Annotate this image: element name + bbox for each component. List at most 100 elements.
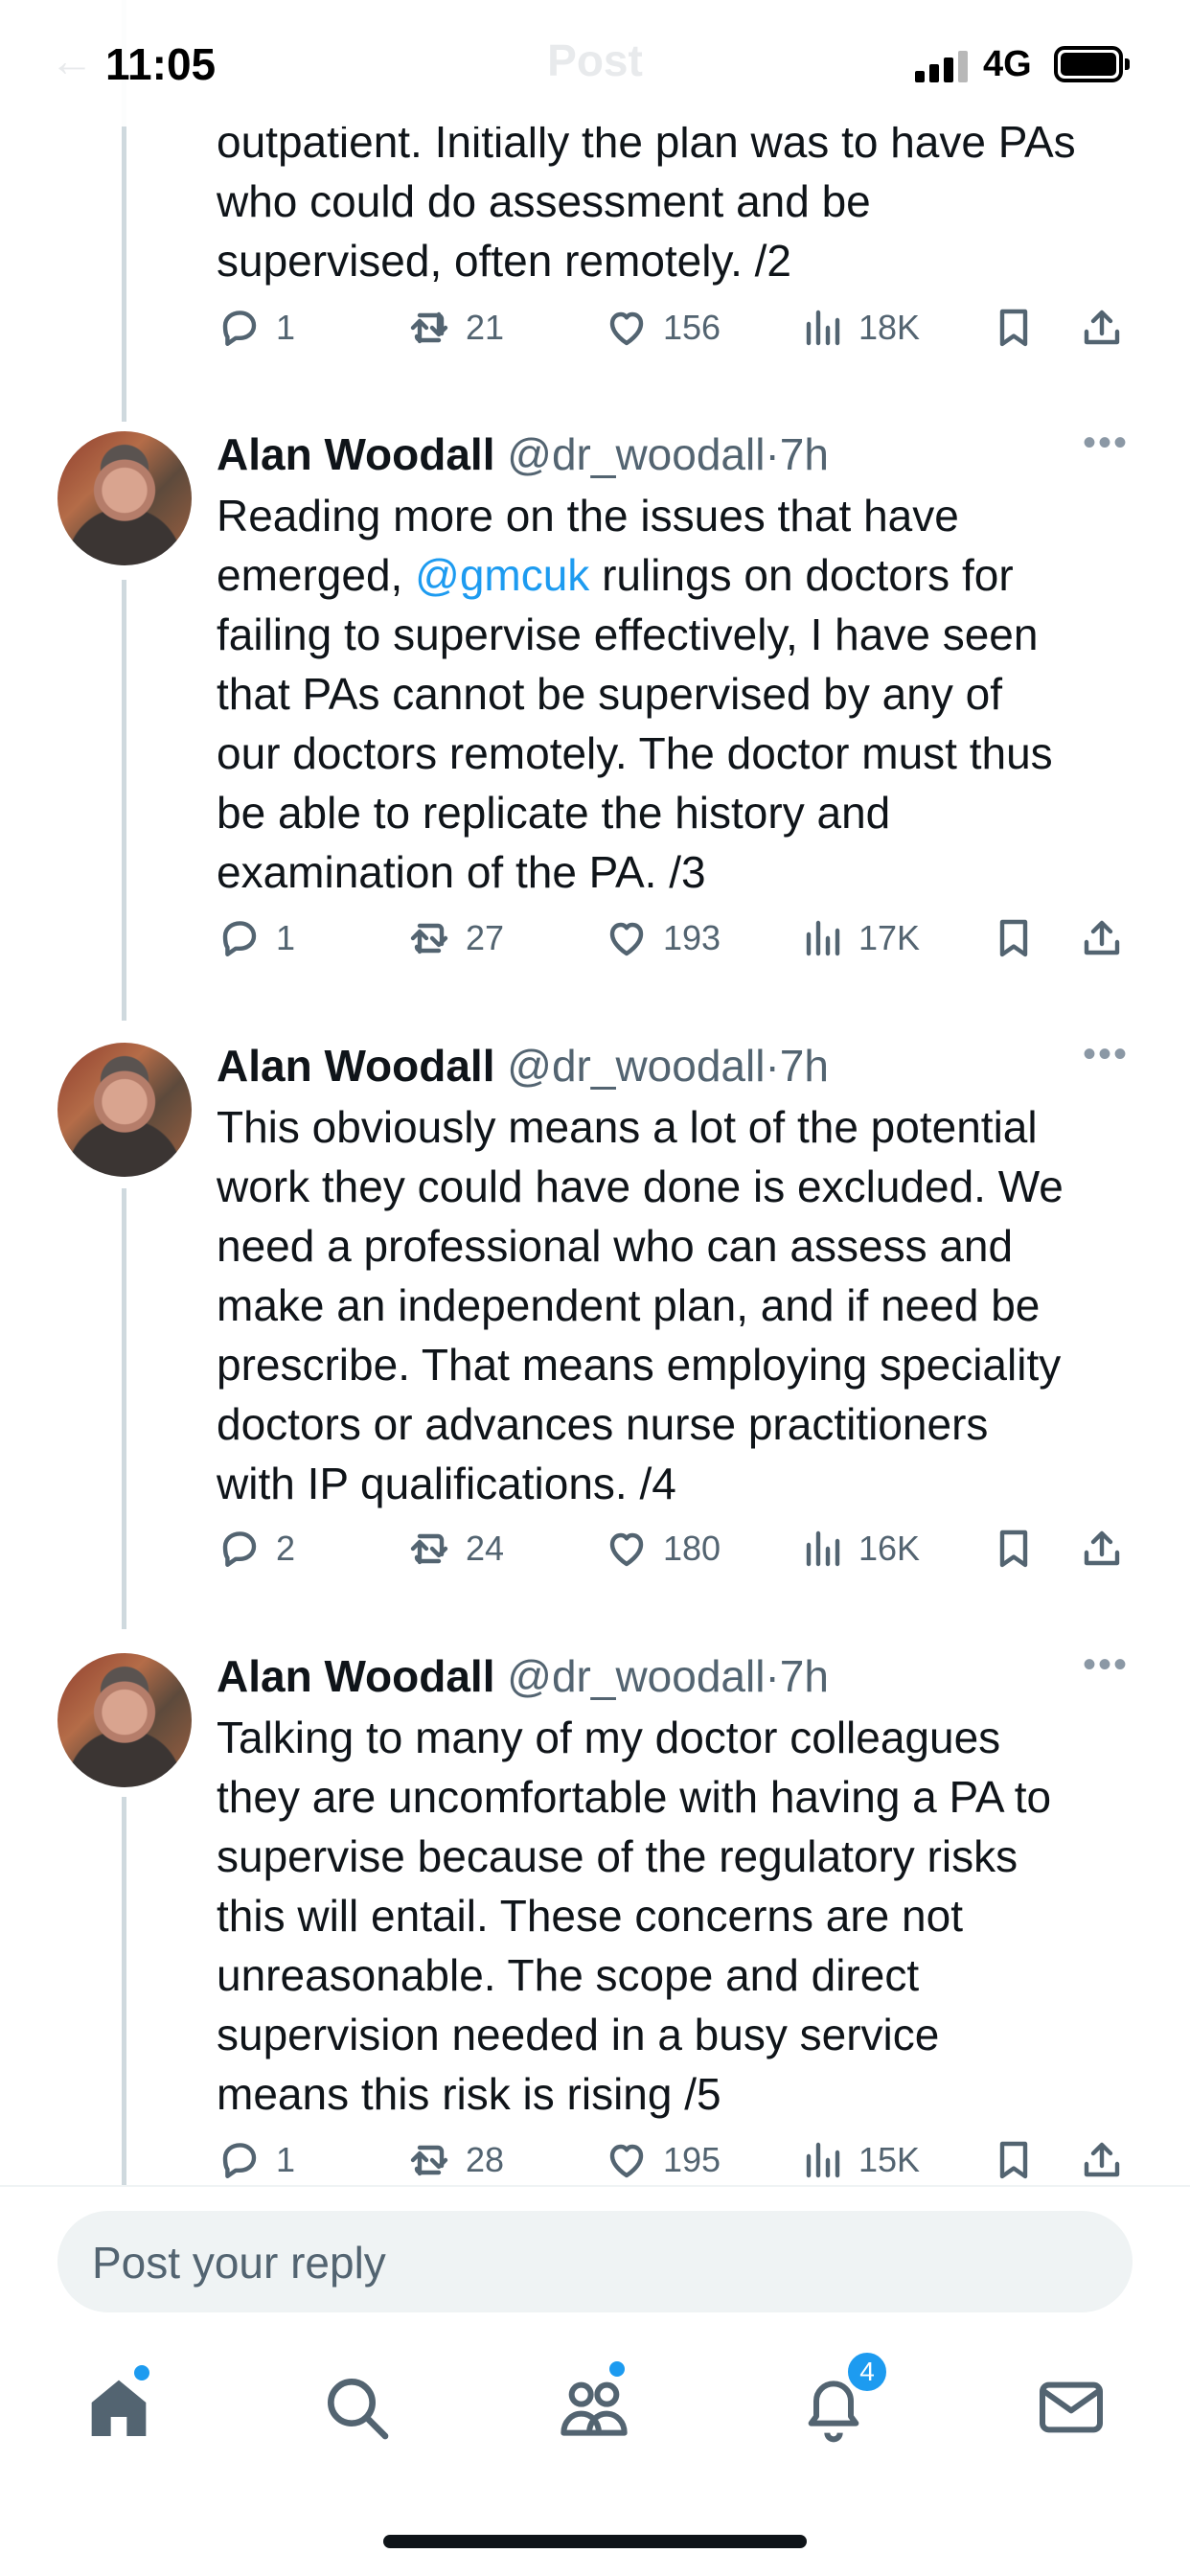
- bookmark-button[interactable]: [991, 915, 1037, 961]
- share-button[interactable]: [1079, 305, 1125, 351]
- repost-count: 24: [466, 1529, 505, 1568]
- more-options-icon[interactable]: •••: [1083, 422, 1129, 465]
- avatar[interactable]: [57, 1043, 192, 1177]
- author-name[interactable]: Alan Woodall: [217, 429, 495, 479]
- tweet-actions: 1 28 195 15K: [217, 2137, 1136, 2185]
- signal-icon: [915, 50, 969, 82]
- author-handle[interactable]: @dr_woodall: [507, 1651, 765, 1701]
- reply-button[interactable]: 2: [217, 1526, 295, 1572]
- tweet-actions: 1 21 156 18K: [217, 305, 1136, 362]
- tab-communities[interactable]: [556, 2361, 632, 2446]
- reply-count: 2: [276, 1529, 296, 1568]
- tweet-text: Reading more on the issues that have eme…: [217, 491, 1053, 897]
- tab-search[interactable]: [318, 2369, 395, 2446]
- bookmark-button[interactable]: [991, 1526, 1037, 1572]
- bookmark-button[interactable]: [991, 305, 1037, 351]
- like-button[interactable]: 193: [604, 915, 721, 961]
- repost-count: 21: [466, 308, 505, 347]
- repost-icon: [410, 311, 448, 344]
- view-count: 15K: [858, 2140, 921, 2179]
- status-time: 11:05: [105, 39, 217, 89]
- reply-count: 1: [276, 308, 296, 347]
- reply-icon: [222, 310, 257, 346]
- views-icon: [806, 1530, 840, 1567]
- separator-dot: ·: [765, 1041, 780, 1091]
- share-button[interactable]: [1079, 2137, 1125, 2183]
- author-handle[interactable]: @dr_woodall: [507, 1041, 765, 1091]
- home-icon: [91, 2380, 147, 2436]
- tweet-header: Alan Woodall @dr_woodall·7h: [217, 1040, 829, 1092]
- reply-placeholder: Post your reply: [92, 2238, 386, 2288]
- tweet-time[interactable]: 7h: [780, 1041, 829, 1091]
- views-icon: [806, 920, 840, 956]
- views-button[interactable]: 18K: [799, 305, 920, 351]
- tab-notifications[interactable]: 4: [795, 2350, 889, 2446]
- envelope-icon: [1040, 2381, 1103, 2433]
- status-bar: ← Post 11:05 4G: [0, 0, 1190, 126]
- avatar[interactable]: [57, 1653, 192, 1787]
- search-icon: [328, 2379, 389, 2440]
- avatar[interactable]: [57, 431, 192, 565]
- views-button[interactable]: 16K: [799, 1526, 920, 1572]
- tweet-time[interactable]: 7h: [780, 1651, 829, 1701]
- thread-line: [122, 1188, 126, 1629]
- repost-button[interactable]: 21: [406, 305, 504, 351]
- tab-bar: 4: [0, 2338, 1190, 2472]
- share-icon: [1084, 2142, 1120, 2177]
- thread: outpatient. Initially the plan was to ha…: [0, 0, 1190, 2185]
- like-button[interactable]: 180: [604, 1526, 721, 1572]
- repost-button[interactable]: 24: [406, 1526, 504, 1572]
- tab-messages[interactable]: [1033, 2369, 1110, 2446]
- tweet-actions: 2 24 180 16K: [217, 1526, 1136, 1583]
- tweet-time[interactable]: 7h: [780, 429, 829, 479]
- repost-icon: [410, 923, 448, 954]
- reply-icon: [222, 1531, 257, 1567]
- repost-icon: [410, 2145, 448, 2176]
- like-count: 193: [663, 918, 721, 957]
- author-handle[interactable]: @dr_woodall: [507, 429, 765, 479]
- reply-button[interactable]: 1: [217, 2137, 295, 2183]
- reply-count: 1: [276, 918, 296, 957]
- like-button[interactable]: 156: [604, 305, 721, 351]
- separator-dot: ·: [765, 1651, 780, 1701]
- tab-home[interactable]: [80, 2365, 157, 2446]
- more-options-icon[interactable]: •••: [1083, 1644, 1129, 1687]
- views-icon: [806, 310, 840, 346]
- tweet-header: Alan Woodall @dr_woodall·7h: [217, 428, 829, 480]
- bookmark-button[interactable]: [991, 2137, 1037, 2183]
- share-icon: [1084, 920, 1120, 955]
- reply-icon: [222, 2143, 257, 2178]
- tweet-header: Alan Woodall @dr_woodall·7h: [217, 1650, 829, 1702]
- like-count: 156: [663, 308, 721, 347]
- battery-icon: [1054, 46, 1130, 82]
- share-icon: [1084, 1530, 1120, 1566]
- divider: [0, 2185, 1190, 2187]
- reply-button[interactable]: 1: [217, 915, 295, 961]
- views-button[interactable]: 15K: [799, 2137, 920, 2183]
- more-options-icon[interactable]: •••: [1083, 1033, 1129, 1076]
- network-type: 4G: [983, 44, 1032, 84]
- view-count: 17K: [858, 918, 921, 957]
- author-name[interactable]: Alan Woodall: [217, 1651, 495, 1701]
- heart-icon: [609, 1532, 644, 1567]
- share-button[interactable]: [1079, 915, 1125, 961]
- bookmark-icon: [999, 2141, 1028, 2179]
- reply-button[interactable]: 1: [217, 305, 295, 351]
- repost-button[interactable]: 27: [406, 915, 504, 961]
- author-name[interactable]: Alan Woodall: [217, 1041, 495, 1091]
- views-button[interactable]: 17K: [799, 915, 920, 961]
- bookmark-icon: [999, 919, 1028, 957]
- home-indicator: [383, 2535, 807, 2548]
- bookmark-icon: [999, 1530, 1028, 1568]
- view-count: 16K: [858, 1529, 921, 1568]
- tweet-text: Talking to many of my doctor colleagues …: [217, 1713, 1052, 2119]
- repost-button[interactable]: 28: [406, 2137, 504, 2183]
- like-button[interactable]: 195: [604, 2137, 721, 2183]
- communities-notification-dot: [609, 2361, 625, 2377]
- reply-input[interactable]: Post your reply: [57, 2211, 1133, 2312]
- tweet-text: This obviously means a lot of the potent…: [217, 1102, 1064, 1508]
- reply-icon: [222, 921, 257, 956]
- communities-icon: [561, 2381, 628, 2436]
- share-button[interactable]: [1079, 1526, 1125, 1572]
- mention-link[interactable]: @gmcuk: [415, 550, 589, 600]
